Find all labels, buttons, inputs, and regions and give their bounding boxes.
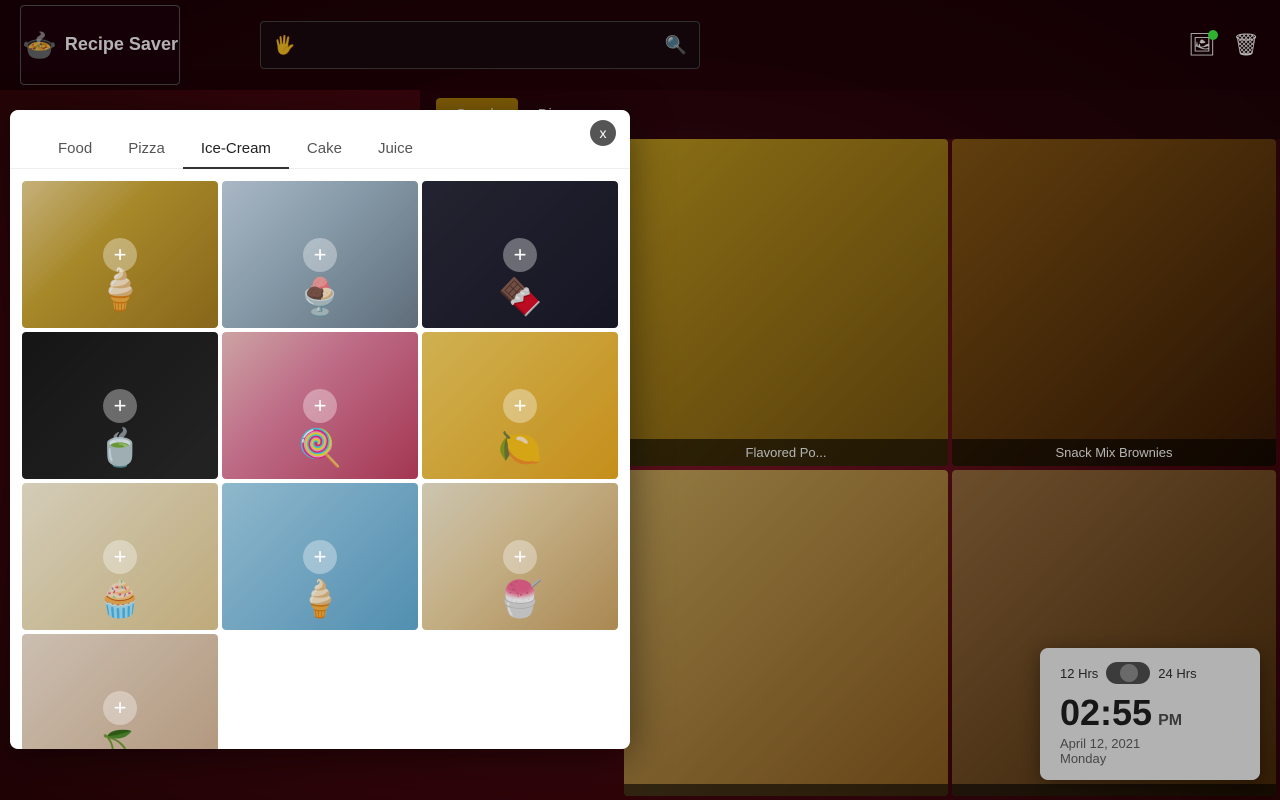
- plus-overlay-8: +: [222, 483, 418, 630]
- plus-overlay-5: +: [222, 332, 418, 479]
- plus-overlay-9: +: [422, 483, 618, 630]
- plus-overlay-7: +: [22, 483, 218, 630]
- add-image-1[interactable]: +: [103, 238, 137, 272]
- image-cell-8[interactable]: +: [222, 483, 418, 630]
- image-cell-9[interactable]: +: [422, 483, 618, 630]
- plus-overlay-2: +: [222, 181, 418, 328]
- modal-tabs: Food Pizza Ice-Cream Cake Juice: [10, 110, 630, 169]
- modal-tab-ice-cream[interactable]: Ice-Cream: [183, 130, 289, 169]
- plus-overlay-4: +: [22, 332, 218, 479]
- plus-overlay-10: +: [22, 634, 218, 749]
- add-image-5[interactable]: +: [303, 389, 337, 423]
- add-image-4[interactable]: +: [103, 389, 137, 423]
- image-grid: + + + + + +: [10, 169, 630, 749]
- modal-tab-juice[interactable]: Juice: [360, 130, 431, 169]
- plus-overlay-3: +: [422, 181, 618, 328]
- modal-tab-pizza[interactable]: Pizza: [110, 130, 183, 169]
- add-image-8[interactable]: +: [303, 540, 337, 574]
- image-cell-4[interactable]: +: [22, 332, 218, 479]
- add-image-7[interactable]: +: [103, 540, 137, 574]
- image-cell-7[interactable]: +: [22, 483, 218, 630]
- plus-overlay-6: +: [422, 332, 618, 479]
- image-picker-modal: x Food Pizza Ice-Cream Cake Juice + + + …: [10, 110, 630, 749]
- plus-overlay-1: +: [22, 181, 218, 328]
- modal-close-button[interactable]: x: [590, 120, 616, 146]
- image-cell-5[interactable]: +: [222, 332, 418, 479]
- add-image-9[interactable]: +: [503, 540, 537, 574]
- add-image-2[interactable]: +: [303, 238, 337, 272]
- image-cell-6[interactable]: +: [422, 332, 618, 479]
- add-image-6[interactable]: +: [503, 389, 537, 423]
- image-cell-3[interactable]: +: [422, 181, 618, 328]
- image-cell-10[interactable]: +: [22, 634, 218, 749]
- modal-tab-food[interactable]: Food: [40, 130, 110, 169]
- add-image-3[interactable]: +: [503, 238, 537, 272]
- modal-tab-cake[interactable]: Cake: [289, 130, 360, 169]
- image-cell-1[interactable]: +: [22, 181, 218, 328]
- image-cell-2[interactable]: +: [222, 181, 418, 328]
- add-image-10[interactable]: +: [103, 691, 137, 725]
